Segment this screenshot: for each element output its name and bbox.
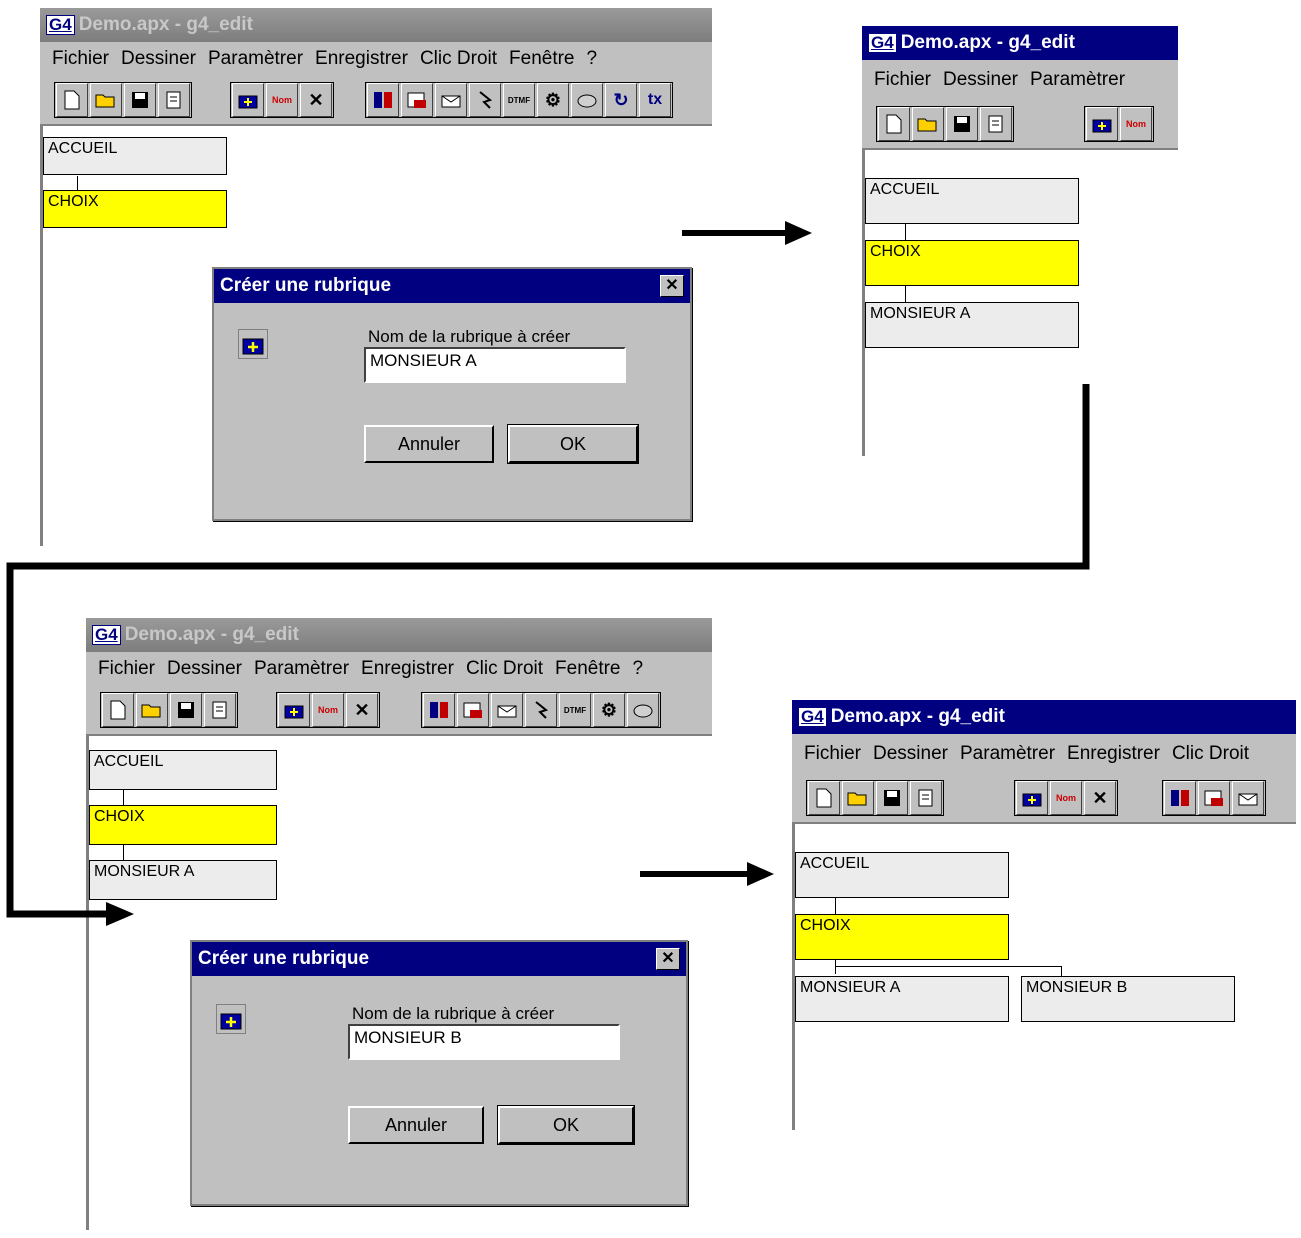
flow-arrows bbox=[6, 221, 1090, 926]
connector-line bbox=[6, 384, 1090, 926]
arrow-right-icon bbox=[682, 221, 812, 245]
arrow-right-icon bbox=[640, 862, 774, 886]
